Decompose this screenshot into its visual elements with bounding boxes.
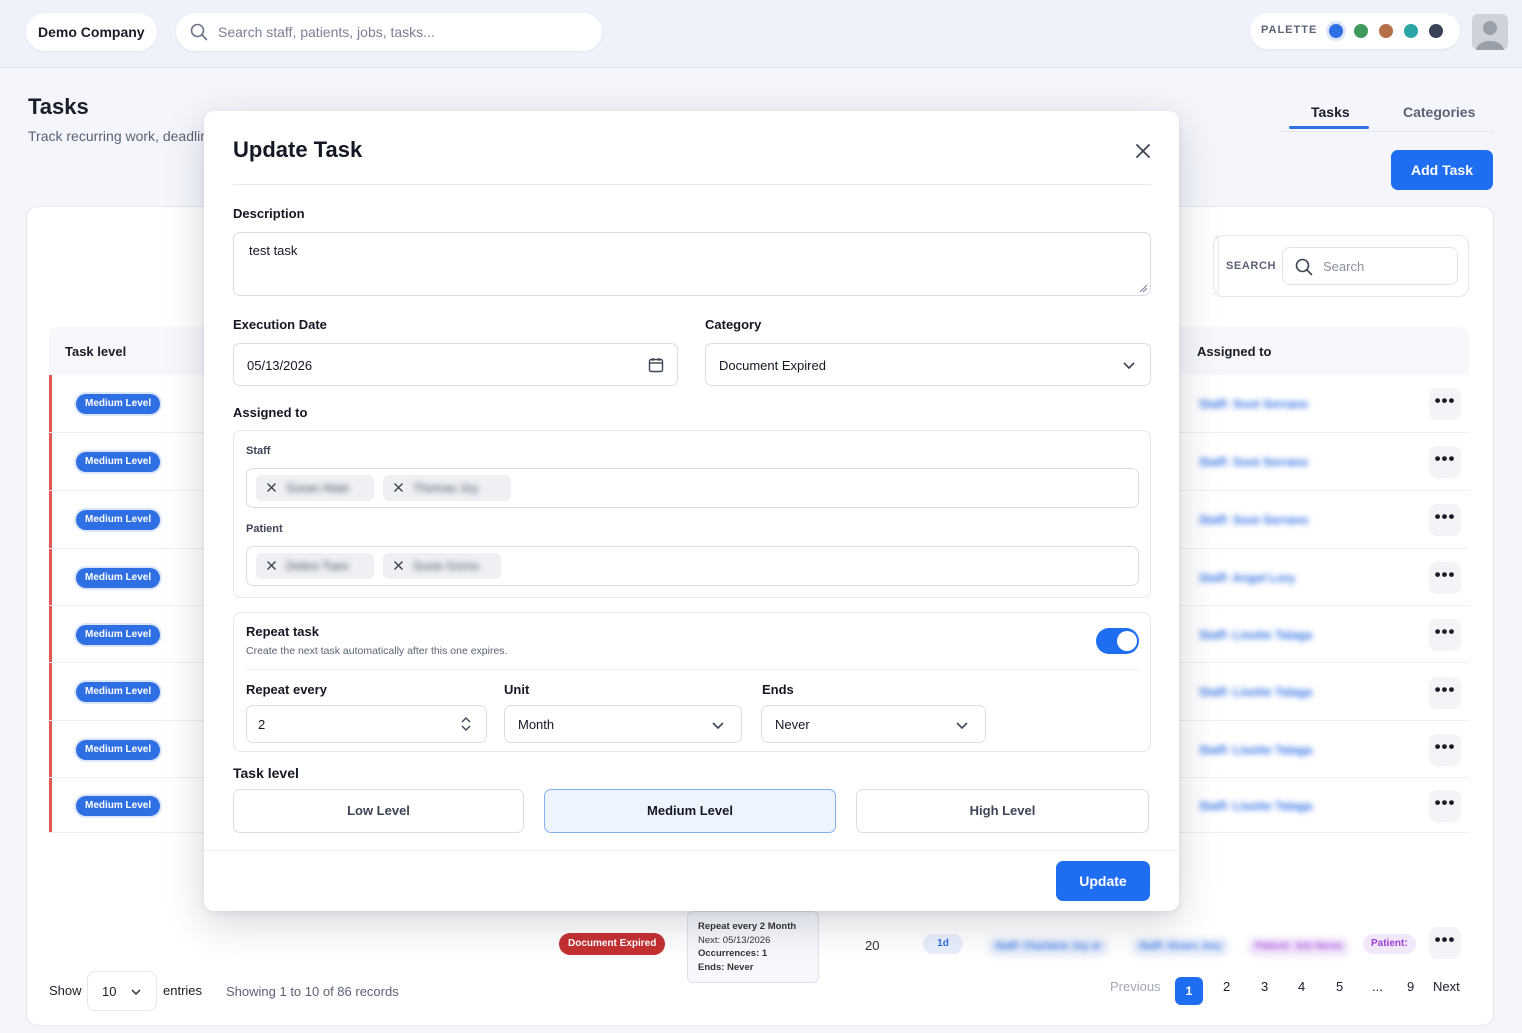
patient-chip: Susie Gomo bbox=[383, 553, 501, 579]
staff-chip-name: Thomas Joy bbox=[413, 481, 479, 495]
modal-title: Update Task bbox=[233, 137, 363, 162]
execution-date-label: Execution Date bbox=[233, 317, 327, 332]
modal-divider bbox=[233, 184, 1151, 185]
palette-label: PALETTE bbox=[1261, 24, 1318, 36]
patient-multiselect[interactable]: Debra Tiare Susie Gomo bbox=[246, 546, 1139, 586]
staff-chip: Susan Alaie bbox=[256, 475, 374, 501]
remove-icon[interactable] bbox=[393, 482, 404, 493]
description-label: Description bbox=[233, 206, 305, 221]
remove-icon[interactable] bbox=[393, 560, 404, 571]
chevron-down-icon bbox=[712, 722, 724, 730]
calendar-icon[interactable] bbox=[648, 357, 664, 373]
staff-label: Staff bbox=[246, 445, 271, 457]
category-label: Category bbox=[705, 317, 762, 332]
ends-select[interactable]: Never bbox=[761, 705, 986, 743]
avatar[interactable] bbox=[1472, 14, 1508, 50]
repeat-task-toggle[interactable] bbox=[1096, 628, 1139, 654]
palette-swatch-navy[interactable] bbox=[1429, 24, 1443, 38]
execution-date-value: 05/13/2026 bbox=[247, 358, 313, 373]
description-value: test task bbox=[249, 243, 298, 258]
palette-picker: PALETTE bbox=[1250, 13, 1460, 49]
remove-icon[interactable] bbox=[266, 560, 277, 571]
user-icon bbox=[1476, 21, 1504, 50]
resize-handle-icon[interactable] bbox=[1138, 283, 1148, 293]
unit-select[interactable]: Month bbox=[504, 705, 742, 743]
repeat-task-title: Repeat task bbox=[246, 624, 319, 639]
ends-value: Never bbox=[775, 717, 810, 732]
update-button[interactable]: Update bbox=[1056, 861, 1150, 901]
top-bar: Demo Company PALETTE bbox=[0, 0, 1522, 68]
palette-swatch-teal[interactable] bbox=[1404, 24, 1418, 38]
execution-date-field[interactable]: 05/13/2026 bbox=[233, 343, 678, 386]
patient-chip: Debra Tiare bbox=[256, 553, 374, 579]
assigned-to-group: Staff Susan Alaie Thomas Joy Patient Deb… bbox=[233, 430, 1151, 598]
search-icon bbox=[190, 23, 208, 41]
assigned-to-label: Assigned to bbox=[233, 405, 308, 420]
task-level-high-button[interactable]: High Level bbox=[856, 789, 1149, 833]
company-switcher[interactable]: Demo Company bbox=[26, 13, 157, 51]
close-icon[interactable] bbox=[1133, 141, 1153, 161]
unit-value: Month bbox=[518, 717, 555, 732]
task-level-label: Task level bbox=[233, 765, 299, 781]
toggle-knob bbox=[1117, 631, 1137, 651]
stepper-arrows-icon[interactable] bbox=[460, 716, 472, 732]
repeat-every-label: Repeat every bbox=[246, 682, 327, 697]
description-textarea[interactable]: test task bbox=[233, 232, 1151, 296]
staff-chip-name: Susan Alaie bbox=[286, 481, 350, 495]
global-search[interactable] bbox=[176, 13, 602, 51]
patient-chip-name: Debra Tiare bbox=[286, 559, 349, 573]
staff-chip: Thomas Joy bbox=[383, 475, 511, 501]
ends-label: Ends bbox=[762, 682, 794, 697]
task-level-medium-button[interactable]: Medium Level bbox=[544, 789, 836, 833]
remove-icon[interactable] bbox=[266, 482, 277, 493]
palette-swatch-green[interactable] bbox=[1354, 24, 1368, 38]
unit-label: Unit bbox=[504, 682, 530, 697]
chevron-down-icon bbox=[1123, 362, 1135, 370]
repeat-task-description: Create the next task automatically after… bbox=[246, 645, 508, 657]
patient-chip-name: Susie Gomo bbox=[413, 559, 480, 573]
palette-swatch-blue[interactable] bbox=[1329, 24, 1343, 38]
update-task-modal: Update Task Description test task Execut… bbox=[204, 111, 1179, 911]
repeat-divider bbox=[246, 669, 1139, 670]
category-select[interactable]: Document Expired bbox=[705, 343, 1151, 386]
repeat-every-value: 2 bbox=[258, 717, 266, 732]
modal-footer-divider bbox=[204, 850, 1179, 851]
patient-label: Patient bbox=[246, 523, 283, 535]
repeat-every-stepper[interactable]: 2 bbox=[246, 705, 487, 743]
palette-swatch-brown[interactable] bbox=[1379, 24, 1393, 38]
global-search-input[interactable] bbox=[218, 13, 588, 51]
repeat-task-group: Repeat task Create the next task automat… bbox=[233, 612, 1151, 752]
staff-multiselect[interactable]: Susan Alaie Thomas Joy bbox=[246, 468, 1139, 508]
chevron-down-icon bbox=[956, 722, 968, 730]
category-value: Document Expired bbox=[719, 358, 826, 373]
task-level-low-button[interactable]: Low Level bbox=[233, 789, 524, 833]
